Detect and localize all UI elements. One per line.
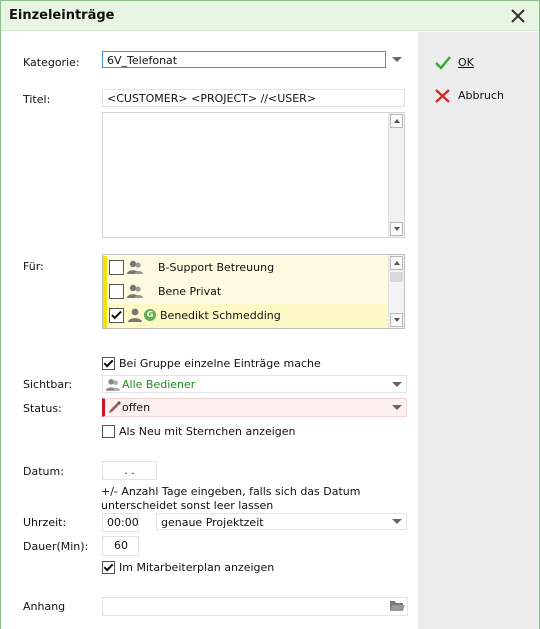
kategorie-label: Kategorie: <box>23 56 80 69</box>
fuer-label: Für: <box>23 260 44 273</box>
uhrzeit-input[interactable]: 00:00 <box>102 513 139 532</box>
list-item-checkbox[interactable] <box>109 284 124 299</box>
titel-label: Titel: <box>23 93 51 106</box>
ok-button[interactable]: OK <box>434 53 524 73</box>
status-dropdown-icon[interactable] <box>392 405 402 410</box>
list-item-label: Benedikt Schmedding <box>160 309 281 322</box>
list-item-label: Bene Privat <box>158 285 222 298</box>
person-icon <box>127 260 143 274</box>
fuer-list[interactable]: B-Support Betreuung Bene Privat G Benedi… <box>102 254 405 329</box>
datum-hint: +/- Anzahl Tage eingeben, falls sich das… <box>101 485 361 512</box>
scroll-thumb[interactable] <box>390 272 403 282</box>
kategorie-dropdown-icon[interactable] <box>392 57 402 62</box>
cancel-button[interactable]: Abbruch <box>434 86 524 106</box>
description-textarea[interactable] <box>102 112 405 238</box>
mitarbeiterplan-checkbox-label: Im Mitarbeiterplan anzeigen <box>119 561 275 574</box>
status-value: offen <box>122 401 151 414</box>
window-title: Einzeleinträge <box>9 8 115 23</box>
group-badge-icon: G <box>144 309 156 321</box>
check-icon <box>435 56 451 70</box>
cross-icon <box>435 89 450 103</box>
als-neu-checkbox[interactable] <box>102 425 115 438</box>
sichtbar-combobox[interactable]: Alle Bediener <box>102 375 407 393</box>
action-sidebar: OK Abbruch <box>418 32 539 629</box>
dauer-input[interactable]: 60 <box>102 536 139 556</box>
gruppe-checkbox[interactable] <box>102 357 115 370</box>
scroll-up-button[interactable] <box>390 114 403 128</box>
list-item[interactable]: B-Support Betreuung <box>103 256 390 280</box>
sichtbar-dropdown-icon[interactable] <box>392 382 402 387</box>
ok-button-label: OK <box>458 56 474 69</box>
list-item-checkbox[interactable] <box>109 260 124 275</box>
status-label: Status: <box>23 402 62 415</box>
sichtbar-label: Sichtbar: <box>23 378 73 391</box>
person-icon <box>127 284 143 298</box>
close-icon <box>511 9 525 23</box>
arrow-down-icon <box>394 227 400 231</box>
zeit-mode-combobox[interactable]: genaue Projektzeit <box>156 513 407 530</box>
dialog-window: Einzeleinträge Kategorie: 6V_Telefonat T… <box>0 0 540 629</box>
check-icon <box>103 561 114 572</box>
close-button[interactable] <box>507 5 529 27</box>
title-bar: Einzeleinträge <box>1 1 539 31</box>
arrow-down-icon <box>394 318 400 322</box>
datum-label: Datum: <box>23 465 64 478</box>
list-item[interactable]: Bene Privat <box>103 280 390 304</box>
status-combobox[interactable]: offen <box>102 398 407 417</box>
anhang-input[interactable] <box>102 597 408 616</box>
pencil-icon <box>109 401 121 413</box>
arrow-up-icon <box>394 119 400 123</box>
person-icon <box>128 308 142 322</box>
folder-icon[interactable] <box>389 599 405 613</box>
check-icon <box>111 308 122 320</box>
dauer-label: Dauer(Min): <box>23 540 89 553</box>
person-icon <box>105 378 121 391</box>
uhrzeit-label: Uhrzeit: <box>23 516 67 529</box>
gruppe-checkbox-label: Bei Gruppe einzelne Einträge mache <box>119 357 321 370</box>
list-item[interactable]: G Benedikt Schmedding <box>103 304 390 328</box>
sichtbar-value: Alle Bediener <box>122 378 196 391</box>
scroll-up-button[interactable] <box>390 256 403 270</box>
als-neu-checkbox-label: Als Neu mit Sternchen anzeigen <box>119 425 296 438</box>
form-area: Kategorie: 6V_Telefonat Titel: <CUSTOMER… <box>1 32 418 629</box>
scroll-down-button[interactable] <box>390 222 403 236</box>
zeit-mode-dropdown-icon[interactable] <box>392 519 402 524</box>
kategorie-combobox[interactable]: 6V_Telefonat <box>102 51 386 68</box>
textarea-scrollbar[interactable] <box>388 113 404 237</box>
check-icon <box>103 357 114 368</box>
list-item-label: B-Support Betreuung <box>158 261 275 274</box>
anhang-label: Anhang <box>23 600 66 613</box>
arrow-up-icon <box>394 261 400 265</box>
cancel-button-label: Abbruch <box>458 89 505 102</box>
titel-input[interactable]: <CUSTOMER> <PROJECT> //<USER> <box>102 89 405 107</box>
mitarbeiterplan-checkbox[interactable] <box>102 561 115 574</box>
datum-input[interactable]: . . <box>102 461 157 480</box>
list-item-checkbox[interactable] <box>109 308 124 323</box>
list-scrollbar[interactable] <box>388 255 404 328</box>
scroll-down-button[interactable] <box>390 313 403 327</box>
